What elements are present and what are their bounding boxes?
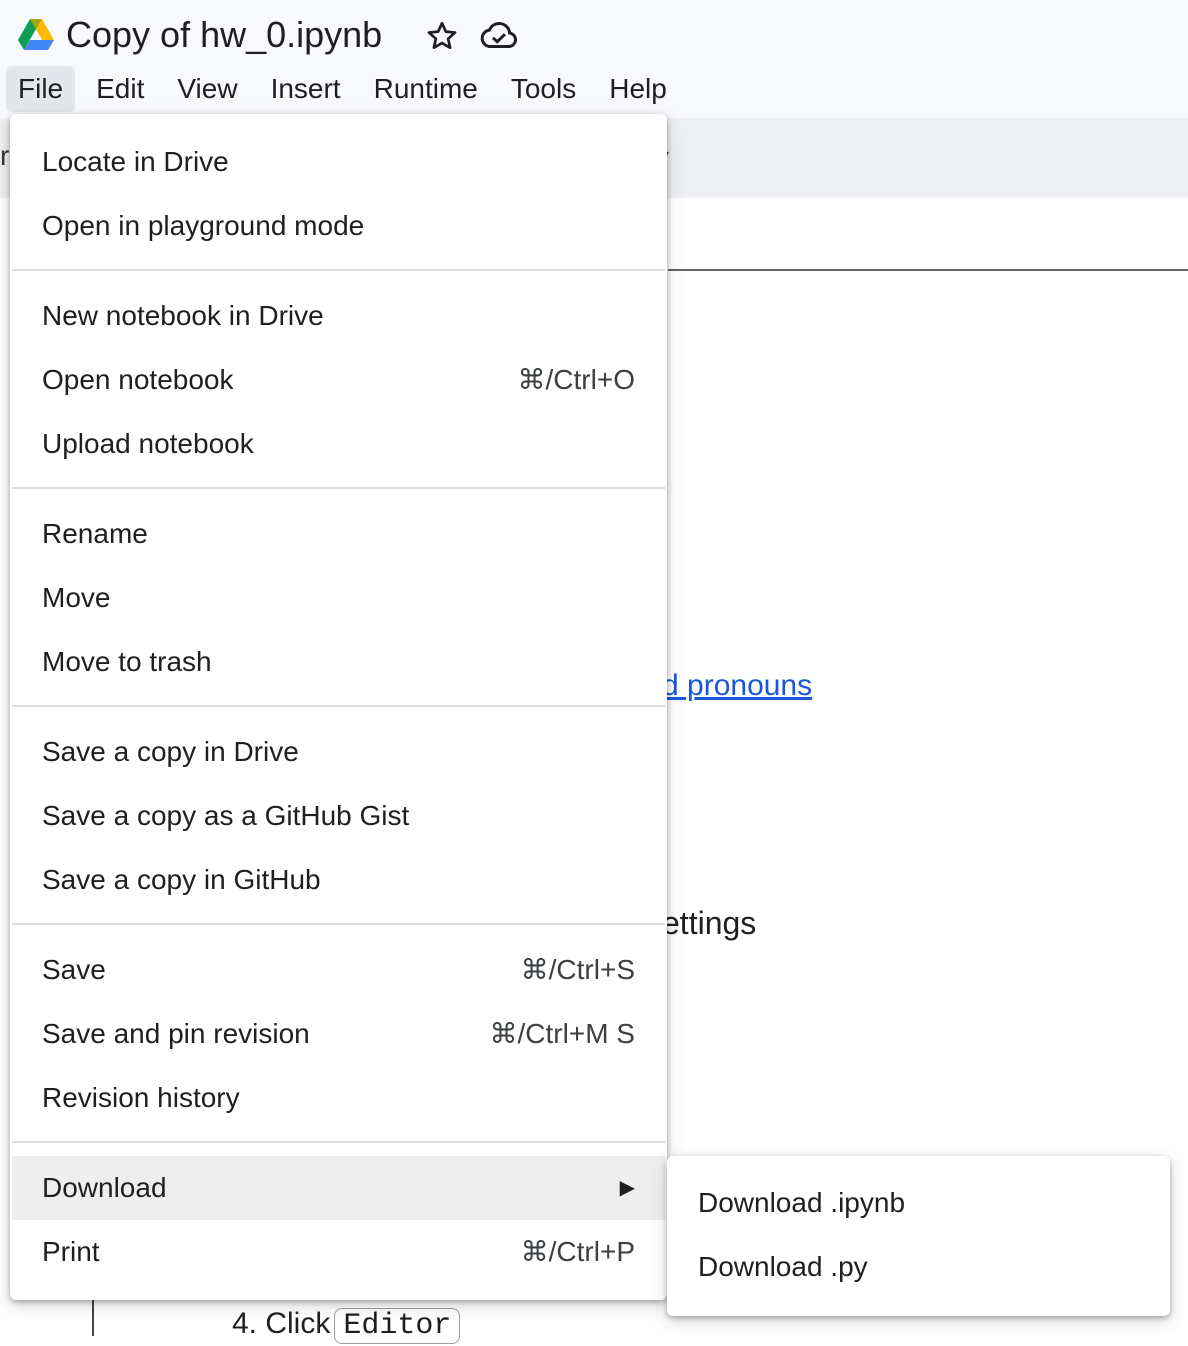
settings-heading-fragment: ettings	[662, 905, 757, 941]
menu-item-label: Save and pin revision	[42, 1018, 310, 1049]
menu-item-label: New notebook in Drive	[42, 300, 324, 331]
google-drive-logo[interactable]	[18, 17, 54, 51]
header-bar: Copy of hw_0.ipynb File Edit View Insert…	[0, 0, 1188, 118]
notebook-title[interactable]: Copy of hw_0.ipynb	[66, 12, 382, 58]
menu-item-revision-history[interactable]: Revision history	[12, 1066, 665, 1130]
menu-item-label: Save a copy in Drive	[42, 736, 299, 767]
menu-item-open-notebook[interactable]: Open notebook ⌘/Ctrl+O	[12, 348, 665, 412]
shortcut-label: ⌘/Ctrl+S	[520, 954, 635, 985]
menu-separator	[12, 1141, 665, 1143]
chevron-right-icon: ▶	[619, 1177, 635, 1199]
menu-item-label: Move to trash	[42, 646, 212, 677]
menu-item-label: Open in playground mode	[42, 210, 365, 241]
menu-item-label: Move	[42, 582, 111, 613]
cell-border	[92, 1300, 94, 1336]
menu-bar: File Edit View Insert Runtime Tools Help	[6, 66, 688, 112]
menu-runtime[interactable]: Runtime	[362, 66, 490, 112]
menu-item-save[interactable]: Save ⌘/Ctrl+S	[12, 938, 665, 1002]
menu-item-save-copy-gist[interactable]: Save a copy as a GitHub Gist	[12, 784, 665, 848]
menu-item-label: Revision history	[42, 1082, 240, 1113]
menu-item-locate-in-drive[interactable]: Locate in Drive	[12, 130, 665, 194]
file-menu-dropdown: Locate in Drive Open in playground mode …	[10, 114, 667, 1300]
star-icon[interactable]	[424, 18, 460, 54]
menu-item-label: Save	[42, 954, 106, 985]
submenu-item-label: Download .ipynb	[698, 1187, 906, 1218]
menu-item-label: Upload notebook	[42, 428, 254, 459]
shortcut-label: ⌘/Ctrl+M S	[489, 1018, 635, 1049]
menu-file[interactable]: File	[6, 66, 76, 112]
menu-item-print[interactable]: Print ⌘/Ctrl+P	[12, 1220, 665, 1284]
menu-item-label: Print	[42, 1236, 100, 1267]
menu-item-save-copy-github[interactable]: Save a copy in GitHub	[12, 848, 665, 912]
menu-separator	[12, 705, 665, 707]
menu-item-label: Open notebook	[42, 364, 234, 395]
menu-tools[interactable]: Tools	[499, 66, 588, 112]
menu-separator	[12, 923, 665, 925]
menu-help[interactable]: Help	[597, 66, 679, 112]
editor-code-label: Editor	[334, 1308, 461, 1344]
menu-item-label: Download	[42, 1172, 167, 1203]
step-text: 4. Click	[232, 1307, 331, 1340]
menu-item-move[interactable]: Move	[12, 566, 665, 630]
menu-item-label: Rename	[42, 518, 148, 549]
menu-edit[interactable]: Edit	[84, 66, 156, 112]
menu-item-new-notebook[interactable]: New notebook in Drive	[12, 284, 665, 348]
menu-separator	[12, 487, 665, 489]
menu-view[interactable]: View	[165, 66, 249, 112]
menu-item-label: Save a copy as a GitHub Gist	[42, 800, 410, 831]
download-submenu: Download .ipynb Download .py	[667, 1156, 1170, 1316]
menu-item-label: Save a copy in GitHub	[42, 864, 321, 895]
content-divider	[668, 269, 1188, 271]
menu-item-save-pin-revision[interactable]: Save and pin revision ⌘/Ctrl+M S	[12, 1002, 665, 1066]
menu-item-upload-notebook[interactable]: Upload notebook	[12, 412, 665, 476]
menu-item-label: Locate in Drive	[42, 146, 229, 177]
menu-item-open-playground[interactable]: Open in playground mode	[12, 194, 665, 258]
menu-item-move-to-trash[interactable]: Move to trash	[12, 630, 665, 694]
submenu-item-label: Download .py	[698, 1251, 868, 1282]
instruction-step: 4. Click Editor	[232, 1304, 461, 1346]
toolbar-fragment: r	[0, 140, 10, 171]
submenu-item-download-py[interactable]: Download .py	[667, 1235, 1170, 1299]
menu-item-rename[interactable]: Rename	[12, 502, 665, 566]
menu-item-download[interactable]: Download ▶	[12, 1156, 665, 1220]
submenu-item-download-ipynb[interactable]: Download .ipynb	[667, 1171, 1170, 1235]
menu-item-save-copy-drive[interactable]: Save a copy in Drive	[12, 720, 665, 784]
shortcut-label: ⌘/Ctrl+O	[517, 364, 635, 395]
cloud-saved-icon[interactable]	[478, 18, 520, 54]
menu-insert[interactable]: Insert	[259, 66, 353, 112]
pronouns-link[interactable]: d pronouns	[662, 666, 812, 706]
menu-separator	[12, 269, 665, 271]
shortcut-label: ⌘/Ctrl+P	[520, 1236, 635, 1267]
